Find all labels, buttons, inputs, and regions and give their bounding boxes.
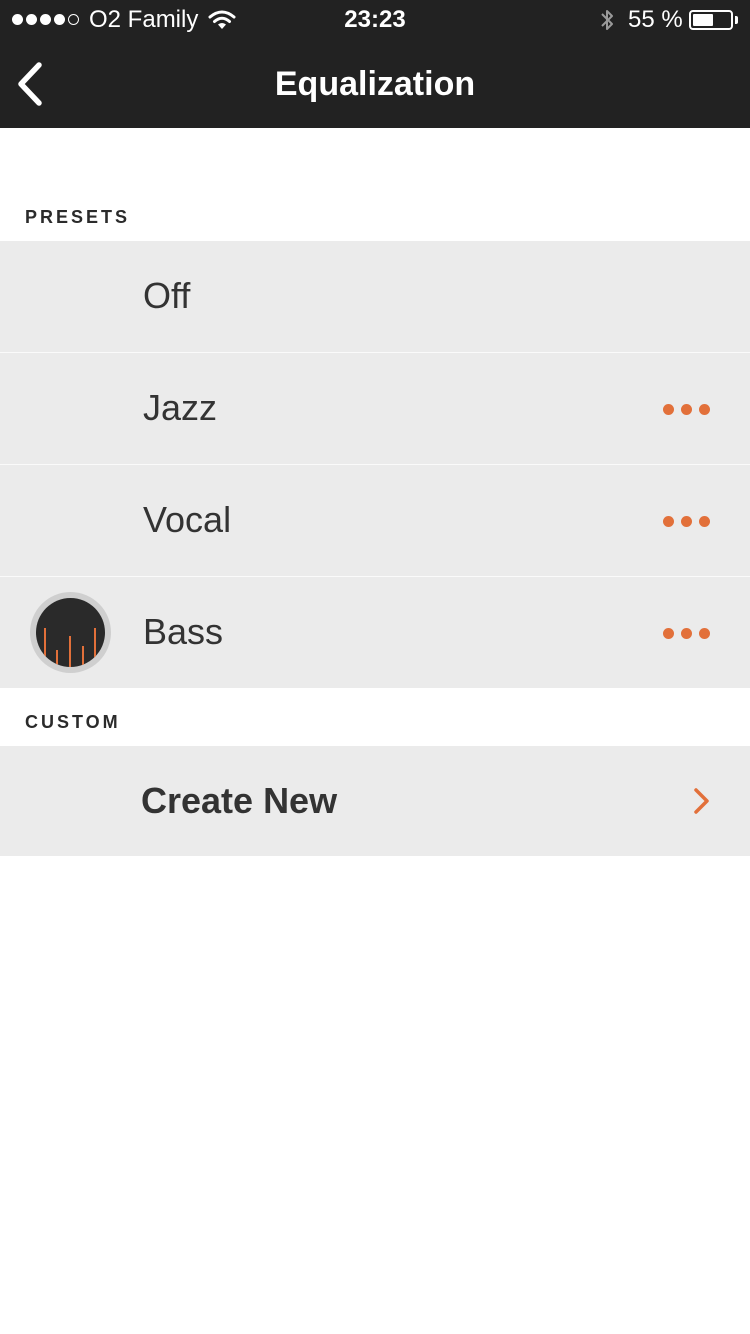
more-options-button[interactable]	[656, 617, 716, 649]
preset-label: Vocal	[143, 499, 232, 540]
more-dots-icon	[662, 627, 674, 639]
presets-section-header: PRESETS	[25, 207, 131, 227]
more-dots-icon	[662, 403, 674, 415]
preset-label: Bass	[143, 611, 224, 652]
more-dots-icon	[662, 515, 674, 527]
battery-icon	[689, 10, 733, 30]
preset-row-off[interactable]: Off	[0, 241, 750, 352]
more-options-button[interactable]	[656, 393, 716, 425]
chevron-right-icon	[690, 786, 714, 821]
preset-row-bass[interactable]: Bass	[0, 577, 750, 688]
create-new-label: Create New	[141, 780, 338, 821]
battery-percentage: 55 %	[628, 6, 683, 33]
equalizer-icon	[36, 598, 105, 667]
preset-row-jazz[interactable]: Jazz	[0, 353, 750, 464]
selected-indicator	[30, 592, 111, 673]
status-bar: O2 Family 23:23 55 %	[0, 0, 750, 40]
equalization-screen: O2 Family 23:23 55 % Equalization PRESET…	[0, 0, 750, 1334]
top-bar: O2 Family 23:23 55 % Equalization	[0, 0, 750, 128]
page-title: Equalization	[274, 65, 476, 103]
create-new-row[interactable]: Create New	[0, 746, 750, 856]
battery-level-fill	[693, 14, 713, 26]
bluetooth-icon	[598, 7, 616, 38]
preset-label: Jazz	[143, 387, 218, 428]
preset-row-vocal[interactable]: Vocal	[0, 465, 750, 576]
custom-section-header: CUSTOM	[25, 712, 121, 732]
battery-tip	[735, 16, 738, 24]
more-options-button[interactable]	[656, 505, 716, 537]
preset-label: Off	[143, 275, 191, 316]
